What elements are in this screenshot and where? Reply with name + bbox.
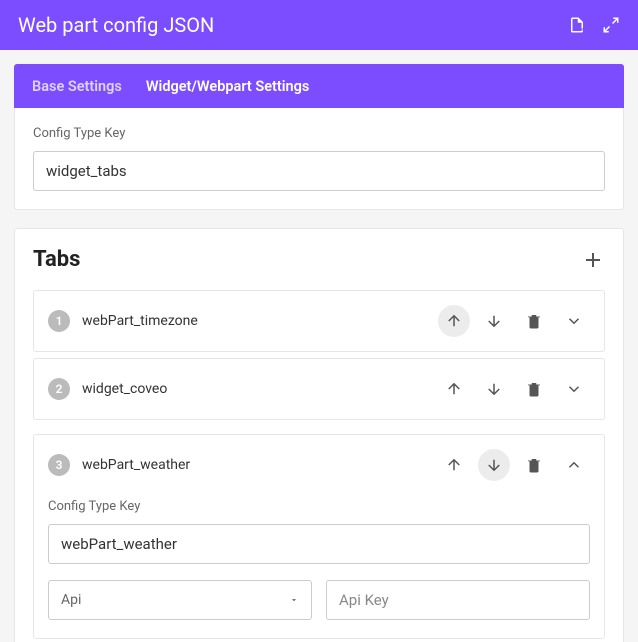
- tab-row: 1 webPart_timezone: [33, 290, 605, 352]
- titlebar-title: Web part config JSON: [18, 13, 214, 37]
- expanded-config-type-key-label: Config Type Key: [48, 499, 590, 514]
- api-key-input[interactable]: [326, 580, 590, 620]
- expand-row-button[interactable]: [558, 373, 590, 405]
- svg-text:JSON: JSON: [573, 27, 583, 31]
- expand-icon[interactable]: [602, 16, 620, 34]
- config-type-key-label: Config Type Key: [33, 126, 605, 141]
- tab-widget-settings[interactable]: Widget/Webpart Settings: [146, 66, 310, 107]
- json-file-icon[interactable]: JSON: [568, 16, 586, 34]
- tab-row-label: widget_coveo: [82, 381, 438, 397]
- tab-row-actions: [438, 449, 590, 481]
- delete-button[interactable]: [518, 449, 550, 481]
- tab-row-number: 3: [48, 454, 70, 476]
- move-up-button[interactable]: [438, 373, 470, 405]
- expand-row-button[interactable]: [558, 305, 590, 337]
- titlebar-actions: JSON: [568, 16, 620, 34]
- api-select-label: Api: [61, 592, 81, 608]
- expanded-config-type-key-input[interactable]: [48, 524, 590, 564]
- tab-row-actions: [438, 373, 590, 405]
- config-type-key-panel: Config Type Key: [14, 108, 624, 210]
- tabs-section-header: Tabs: [33, 247, 605, 272]
- tab-row-label: webPart_weather: [82, 457, 438, 473]
- tabs-section-title: Tabs: [33, 247, 80, 272]
- tab-row-actions: [438, 305, 590, 337]
- tab-strip: Base Settings Widget/Webpart Settings: [14, 64, 624, 108]
- content-area: Base Settings Widget/Webpart Settings Co…: [0, 50, 638, 642]
- tab-base-settings[interactable]: Base Settings: [32, 66, 122, 107]
- tab-row-head: 3 webPart_weather: [48, 449, 590, 481]
- move-up-button[interactable]: [438, 449, 470, 481]
- move-up-button[interactable]: [438, 305, 470, 337]
- delete-button[interactable]: [518, 305, 550, 337]
- collapse-row-button[interactable]: [558, 449, 590, 481]
- tab-row-number: 1: [48, 310, 70, 332]
- api-subrow: Api: [48, 580, 590, 620]
- move-down-button[interactable]: [478, 449, 510, 481]
- tab-row: 2 widget_coveo: [33, 358, 605, 420]
- delete-button[interactable]: [518, 373, 550, 405]
- tabs-section: Tabs 1 webPart_timezone 2 widget_coveo: [14, 228, 624, 642]
- tab-row-label: webPart_timezone: [82, 313, 438, 329]
- move-down-button[interactable]: [478, 305, 510, 337]
- tab-row-number: 2: [48, 378, 70, 400]
- config-type-key-input[interactable]: [33, 151, 605, 191]
- tab-row-body: Config Type Key Api: [48, 499, 590, 620]
- chevron-down-icon: [289, 595, 299, 605]
- titlebar: Web part config JSON JSON: [0, 0, 638, 50]
- api-select[interactable]: Api: [48, 580, 312, 620]
- tab-row-expanded: 3 webPart_weather Config Type Key Api: [33, 434, 605, 639]
- add-tab-button[interactable]: [581, 248, 605, 272]
- move-down-button[interactable]: [478, 373, 510, 405]
